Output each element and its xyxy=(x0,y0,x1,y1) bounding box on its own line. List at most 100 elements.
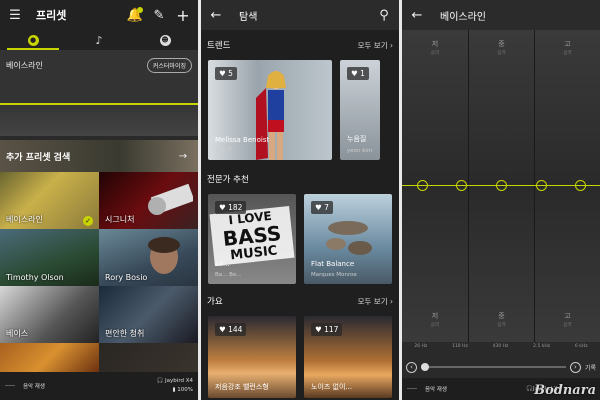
current-preset: 베이스라인 커스터마이징 xyxy=(0,50,198,100)
slider-knob[interactable] xyxy=(421,363,429,371)
guitar-image xyxy=(148,183,193,215)
like-badge: ♥ 182 xyxy=(215,201,247,214)
watermark-logo: Bodnara xyxy=(534,383,596,398)
battery-level: 100% xyxy=(177,387,193,393)
equalizer-graph[interactable]: 저 음역 저 음역 중 음역 중 음역 고 음역 고 음역 xyxy=(402,30,600,342)
eq-node[interactable] xyxy=(496,180,507,191)
frequency-labels: 26 Hz 110 Hz 430 Hz 2.5 kHz 6 kHz xyxy=(402,344,600,349)
card-author: yeon kim xyxy=(347,148,373,154)
track-placeholder: ----- xyxy=(407,386,417,392)
like-badge: ♥ 7 xyxy=(311,201,333,214)
card-author: Ba... Be... xyxy=(215,272,242,278)
device-name: Jaybird X4 xyxy=(165,378,193,384)
chevron-right-icon[interactable]: › xyxy=(569,361,581,373)
preset-tile[interactable] xyxy=(99,343,198,373)
preset-card[interactable]: ♥ 117 노이즈 없이... xyxy=(304,316,392,398)
search-icon[interactable]: ⚲ xyxy=(375,6,393,24)
app-bar: ← 탐색 ⚲ xyxy=(201,0,399,30)
customize-button[interactable]: 커스터마이징 xyxy=(146,58,192,73)
eq-node[interactable] xyxy=(456,180,467,191)
like-badge: ♥ 5 xyxy=(215,67,237,80)
card-title: Melissa Benoist xyxy=(215,136,270,144)
preset-tile-label: Rory Bosio xyxy=(105,273,148,282)
tab-profile[interactable]: ☻ xyxy=(132,30,198,50)
eq-preview-line xyxy=(0,103,198,105)
card-author: 유명 인 xyxy=(215,148,232,154)
back-arrow-icon[interactable]: ← xyxy=(408,6,426,24)
more-presets-label: 추가 프리셋 검색 xyxy=(6,152,71,163)
menu-icon[interactable]: ☰ xyxy=(6,6,24,24)
card-title: Lo... xyxy=(215,260,230,268)
preset-screen: ☰ 프리셋 🔔 ✎ + ● ♪ ☻ 베이스라인 커스터마이징 추가 프리셋 검색… xyxy=(0,0,198,400)
see-all-link[interactable]: 모두 보기 › xyxy=(358,40,393,51)
equalizer-screen: ← 베이스라인 저음역 저음역 중음역 중음역 고음역 고음역 26 xyxy=(402,0,600,400)
preset-name: 베이스라인 xyxy=(6,61,43,70)
tab-music[interactable]: ♪ xyxy=(66,30,132,50)
bell-icon[interactable]: 🔔 xyxy=(126,6,144,24)
plus-icon[interactable]: + xyxy=(174,6,192,25)
like-badge: ♥ 117 xyxy=(311,323,343,336)
music-note-icon: ♪ xyxy=(95,33,103,47)
like-badge: ♥ 1 xyxy=(347,67,369,80)
bass-music-logo: I LOVE BASS MUSIC xyxy=(209,205,295,267)
freq-label: 6 kHz xyxy=(574,344,588,349)
preset-tile-label: 베이스라인 xyxy=(6,215,43,224)
battery-icon: ▮ xyxy=(172,387,176,393)
arrow-right-icon: → xyxy=(178,150,188,162)
eq-node[interactable] xyxy=(536,180,547,191)
freq-label: 430 Hz xyxy=(492,344,509,349)
preset-tile[interactable]: 시그니처 xyxy=(99,172,198,229)
tab-presets[interactable]: ● xyxy=(0,30,66,50)
freq-label: 2.5 kHz xyxy=(533,344,551,349)
preset-tile[interactable]: 편안한 청취 xyxy=(99,286,198,343)
card-title: Flat Balance xyxy=(311,260,355,268)
section-header-expert: 전문가 추천 xyxy=(201,164,399,194)
preset-tile[interactable]: 베이스 xyxy=(0,286,99,343)
pencil-icon[interactable]: ✎ xyxy=(150,6,168,24)
preset-tile-label: 편안한 청취 xyxy=(105,329,145,338)
section-header-pop: 가요 모두 보기 › xyxy=(201,286,399,316)
preset-card[interactable]: ♥ 1 누음질 yeon kim xyxy=(340,60,380,160)
section-title: 가요 xyxy=(207,297,223,307)
section-title: 트렌드 xyxy=(207,41,231,51)
hero-figure-image xyxy=(256,71,286,160)
preset-tile[interactable]: Rory Bosio xyxy=(99,229,198,286)
slider-track[interactable] xyxy=(421,363,566,371)
preset-tab-icon: ● xyxy=(27,34,39,46)
explore-screen: ← 탐색 ⚲ 트렌드 모두 보기 › ♥ 5 Melissa Benoist 유… xyxy=(201,0,399,400)
page-title: 베이스라인 xyxy=(440,11,486,23)
page-title: 프리셋 xyxy=(36,9,67,22)
preset-card[interactable]: I LOVE BASS MUSIC ♥ 182 Lo... Ba... Be..… xyxy=(208,194,296,284)
profile-icon: ☻ xyxy=(159,34,171,46)
expert-carousel: I LOVE BASS MUSIC ♥ 182 Lo... Ba... Be..… xyxy=(201,194,399,284)
trend-carousel: ♥ 5 Melissa Benoist 유명 인 ♥ 1 누음질 yeon ki… xyxy=(201,60,399,160)
player-bar[interactable]: ----- 음악 재생 🎧 Jaybird X4 ▮ 100% xyxy=(0,372,198,400)
preset-tile[interactable]: Timothy Olson xyxy=(0,229,99,286)
see-all-link[interactable]: 모두 보기 › xyxy=(358,296,393,307)
eq-node[interactable] xyxy=(417,180,428,191)
balanced-stones-image xyxy=(326,221,372,255)
preset-tile[interactable]: 베이스라인 ✓ xyxy=(0,172,99,229)
preset-tile-label: 시그니처 xyxy=(105,215,135,224)
preset-tile[interactable] xyxy=(0,343,99,373)
headphones-icon: 🎧 xyxy=(156,378,164,384)
card-title: 저음강조 밸런스형 xyxy=(215,383,269,391)
eq-node[interactable] xyxy=(575,180,586,191)
playback-status: 음악 재생 xyxy=(424,387,447,393)
section-title: 전문가 추천 xyxy=(207,175,249,185)
card-author: Marques Monroe xyxy=(311,272,357,278)
more-presets-banner[interactable]: 추가 프리셋 검색 → xyxy=(0,140,198,172)
playback-status: 음악 재생 xyxy=(22,384,45,390)
save-button[interactable]: 기록 xyxy=(585,363,596,372)
preset-card[interactable]: ♥ 7 Flat Balance Marques Monroe xyxy=(304,194,392,284)
back-arrow-icon[interactable]: ← xyxy=(207,6,225,24)
preset-card[interactable]: ♥ 144 저음강조 밸런스형 xyxy=(208,316,296,398)
preset-tile-label: 베이스 xyxy=(6,329,29,338)
eq-preview xyxy=(0,100,198,136)
app-bar: ☰ 프리셋 🔔 ✎ + xyxy=(0,0,198,30)
card-title: 누음질 xyxy=(347,135,367,143)
check-icon: ✓ xyxy=(83,216,93,226)
chevron-left-icon[interactable]: ‹ xyxy=(406,361,417,373)
preset-card[interactable]: ♥ 5 Melissa Benoist 유명 인 xyxy=(208,60,332,160)
freq-label: 26 Hz xyxy=(414,344,428,349)
